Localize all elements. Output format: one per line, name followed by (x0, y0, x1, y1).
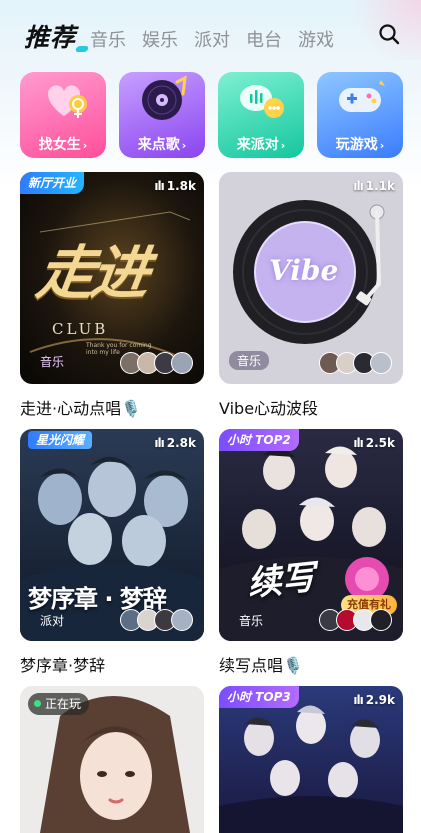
avatar-group (120, 352, 196, 374)
avatar-group (120, 609, 196, 631)
tab-music[interactable]: 音乐 (90, 26, 126, 52)
category-label: 来点歌 › (137, 137, 187, 153)
category-tiles: 找女生 › 来点歌 › 来派对 › 玩游戏 › (20, 72, 404, 158)
category-label: 找女生 › (38, 137, 88, 153)
signal-bars-icon: ılı (154, 436, 164, 450)
avatar-group (319, 609, 395, 631)
category-label: 玩游戏 › (335, 137, 385, 153)
signal-bars-icon: ılı (353, 436, 363, 450)
room-title[interactable]: 走进·心动点唱🎙️ (20, 395, 141, 419)
room-category-tag: 音乐 (239, 614, 264, 628)
category-label: 来派对 › (236, 137, 286, 153)
room-card[interactable]: 梦序章 · 梦辞 星光闪耀 ılı 2.8k 派对 (20, 429, 204, 641)
listener-count: ılı 2.8k (154, 436, 196, 450)
listener-count: ılı 2.5k (353, 436, 395, 450)
cover-title-text: 续写 (245, 557, 318, 605)
heart-gender-icon (48, 85, 87, 118)
signal-bars-icon: ılı (353, 179, 363, 193)
search-icon[interactable] (377, 22, 401, 46)
room-badge: 小时 TOP3 (219, 686, 299, 708)
room-card[interactable]: 走进 CLUB Thank you for coming into my lif… (20, 172, 204, 384)
room-badge: 新厅开业 (20, 172, 85, 194)
room-badge: 小时 TOP2 (219, 429, 299, 451)
room-cover (219, 686, 403, 833)
tab-party[interactable]: 派对 (194, 26, 230, 52)
room-badge: 星光闪耀 (28, 431, 93, 449)
tab-recommend[interactable]: 推荐 (24, 18, 76, 54)
room-category-tag: 派对 (40, 614, 65, 628)
room-title[interactable]: Vibe心动波段 (219, 395, 318, 419)
avatar (370, 352, 392, 374)
status-badge: 正在玩 (28, 693, 90, 715)
avatar-group (319, 352, 395, 374)
listener-count: ılı 1.1k (353, 179, 395, 193)
cover-club-text: CLUB (52, 320, 109, 338)
chat-bubbles-icon (240, 85, 284, 118)
room-card[interactable]: Vibe ılı 1.1k 音乐 (219, 172, 403, 384)
listener-count: ılı 1.8k (154, 179, 196, 193)
listener-count: ılı 2.9k (353, 693, 395, 707)
top-nav: 推荐 音乐 娱乐 派对 电台 游戏 (0, 0, 421, 66)
room-category-tag: 音乐 (40, 355, 65, 369)
avatar (370, 609, 392, 631)
category-find-girls[interactable]: 找女生 › (20, 72, 106, 158)
signal-bars-icon: ılı (353, 693, 363, 707)
tab-radio[interactable]: 电台 (246, 26, 282, 52)
category-request-song[interactable]: 来点歌 › (119, 72, 205, 158)
online-dot-icon (34, 700, 41, 707)
room-card[interactable]: 小时 TOP3 ılı 2.9k (219, 686, 403, 833)
tab-entertainment[interactable]: 娱乐 (142, 26, 178, 52)
room-title[interactable]: 续写点唱🎙️ (219, 652, 303, 676)
gamepad-icon (339, 80, 385, 112)
room-title[interactable]: 梦序章·梦辞 (20, 652, 105, 676)
avatar (171, 609, 193, 631)
cover-vibe-text: Vibe (269, 254, 339, 287)
avatar (171, 352, 193, 374)
vinyl-record-icon (142, 75, 187, 120)
cover-calligraphy: 走进 (32, 239, 151, 307)
tab-game[interactable]: 游戏 (298, 26, 334, 52)
room-category-tag: 音乐 (229, 351, 270, 370)
category-join-party[interactable]: 来派对 › (218, 72, 304, 158)
category-play-games[interactable]: 玩游戏 › (317, 72, 403, 158)
signal-bars-icon: ılı (154, 179, 164, 193)
room-card[interactable]: 续写 小时 TOP2 ılı 2.5k 充值有礼 音乐 (219, 429, 403, 641)
nav-tabs: 推荐 音乐 娱乐 派对 电台 游戏 (24, 18, 350, 54)
